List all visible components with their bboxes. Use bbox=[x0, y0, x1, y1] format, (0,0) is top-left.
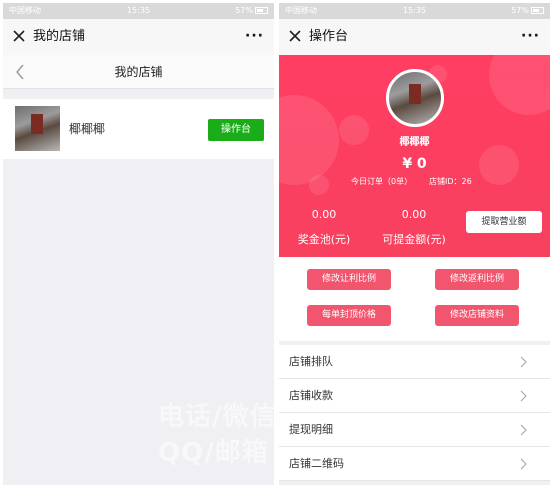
edit-discount-ratio-button[interactable]: 修改让利比例 bbox=[307, 269, 391, 290]
close-icon[interactable] bbox=[287, 28, 303, 44]
shop-name: 椰椰椰 bbox=[69, 122, 106, 136]
console-screen: 中国移动 15:35 57% 操作台 ··· 椰椰椰 ¥ 0 今日订单（0单） … bbox=[279, 3, 550, 485]
battery-indicator: 57% bbox=[235, 3, 268, 19]
status-bar: 中国移动 15:35 57% bbox=[279, 3, 550, 19]
menu-item-label: 提现明细 bbox=[289, 423, 333, 436]
chevron-right-icon bbox=[520, 390, 527, 402]
window-title: 我的店铺 bbox=[33, 29, 86, 44]
withdrawable-value: 0.00 bbox=[401, 208, 427, 221]
wechat-title-bar: 我的店铺 ··· bbox=[3, 19, 274, 55]
battery-percent: 57% bbox=[235, 6, 253, 15]
menu-item-label: 店铺二维码 bbox=[289, 457, 344, 470]
shop-summary-panel: 椰椰椰 ¥ 0 今日订单（0单） 店铺ID：26 0.00 奖金池(元) 0.0… bbox=[279, 55, 550, 257]
edit-shop-info-button[interactable]: 修改店铺资料 bbox=[435, 305, 519, 326]
withdraw-revenue-button[interactable]: 提取营业额 bbox=[466, 211, 542, 233]
wechat-title-bar: 操作台 ··· bbox=[279, 19, 550, 55]
shop-thumbnail bbox=[15, 106, 60, 151]
close-icon[interactable] bbox=[11, 28, 27, 44]
menu-item-shop-queue[interactable]: 店铺排队 bbox=[279, 345, 550, 379]
window-title: 操作台 bbox=[309, 29, 349, 44]
action-buttons-panel: 修改让利比例 修改返利比例 每单封顶价格 修改店铺资料 bbox=[279, 257, 550, 341]
battery-indicator: 57% bbox=[511, 3, 544, 19]
shop-id: 店铺ID：26 bbox=[429, 177, 472, 186]
watermark-line-2: QQ/邮箱 bbox=[158, 438, 269, 468]
menu-item-withdraw-details[interactable]: 提现明细 bbox=[279, 413, 550, 447]
menu-item-shop-qrcode[interactable]: 店铺二维码 bbox=[279, 447, 550, 481]
watermark-line-1: 电话/微信 bbox=[158, 402, 277, 432]
order-cap-price-button[interactable]: 每单封顶价格 bbox=[307, 305, 391, 326]
status-bar: 中国移动 15:35 57% bbox=[3, 3, 274, 19]
today-orders: 今日订单（0单） bbox=[351, 177, 413, 186]
chevron-right-icon bbox=[520, 424, 527, 436]
more-menu-button[interactable]: ··· bbox=[521, 19, 540, 53]
withdrawable-label: 可提金额(元) bbox=[382, 233, 446, 246]
battery-icon bbox=[531, 7, 544, 14]
edit-rebate-ratio-button[interactable]: 修改返利比例 bbox=[435, 269, 519, 290]
chevron-right-icon bbox=[520, 458, 527, 470]
status-time: 15:35 bbox=[402, 6, 427, 15]
shop-list-item: 椰椰椰 操作台 bbox=[3, 99, 274, 159]
page-nav-bar: 我的店铺 bbox=[3, 55, 274, 89]
menu-item-shop-payment[interactable]: 店铺收款 bbox=[279, 379, 550, 413]
bonus-pool-label: 奖金池(元) bbox=[297, 233, 351, 246]
page-title: 我的店铺 bbox=[114, 65, 163, 79]
battery-percent: 57% bbox=[511, 6, 529, 15]
console-button[interactable]: 操作台 bbox=[208, 119, 264, 141]
console-menu: 店铺排队 店铺收款 提现明细 店铺二维码 bbox=[279, 345, 550, 481]
menu-item-label: 店铺排队 bbox=[289, 355, 333, 368]
shop-avatar bbox=[386, 69, 444, 127]
status-time: 15:35 bbox=[126, 6, 151, 15]
battery-icon bbox=[255, 7, 268, 14]
bonus-pool-value: 0.00 bbox=[311, 208, 337, 221]
chevron-right-icon bbox=[520, 356, 527, 368]
menu-item-label: 店铺收款 bbox=[289, 389, 333, 402]
shop-name: 椰椰椰 bbox=[399, 137, 430, 148]
more-menu-button[interactable]: ··· bbox=[245, 19, 264, 53]
today-amount: ¥ 0 bbox=[402, 156, 427, 172]
